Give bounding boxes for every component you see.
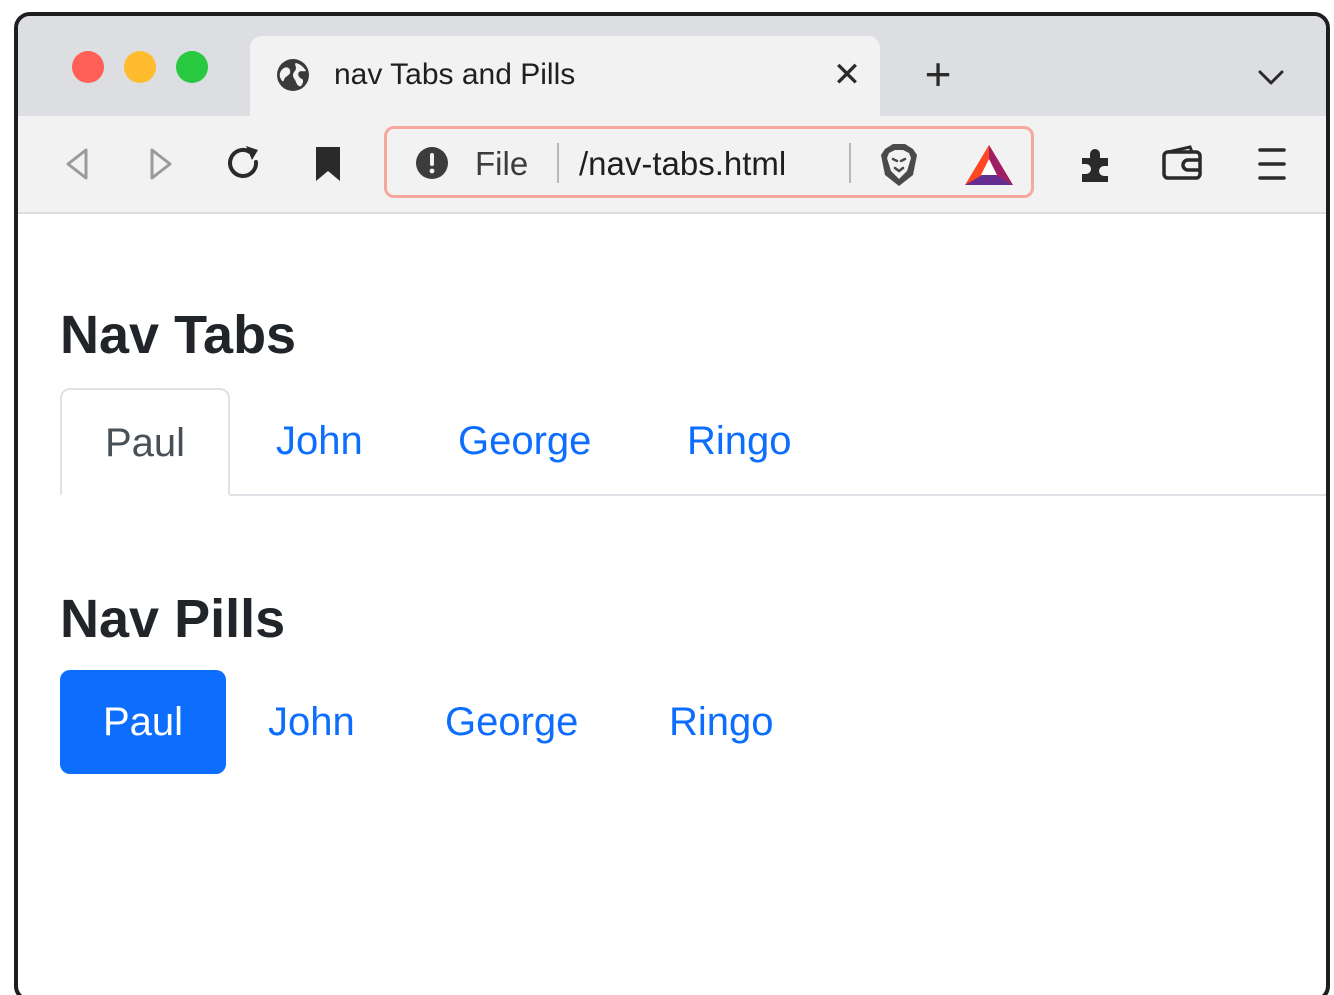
bookmark-icon[interactable] [306, 142, 350, 186]
address-separator [557, 143, 559, 183]
nav-pills: Paul John George Ringo [60, 670, 1326, 774]
new-tab-icon[interactable]: + [918, 51, 958, 97]
brave-shields-icon[interactable] [877, 141, 921, 189]
address-separator [849, 143, 851, 183]
nav-pill-ringo[interactable]: Ringo [669, 670, 774, 774]
close-tab-icon[interactable]: ✕ [828, 56, 866, 94]
nav-tab-george[interactable]: George [458, 388, 591, 494]
brave-rewards-icon[interactable] [963, 143, 1015, 187]
browser-toolbar: File /nav-tabs.html [18, 116, 1326, 214]
tab-strip: nav Tabs and Pills ✕ + [18, 16, 1326, 118]
minimize-window-button[interactable] [124, 51, 156, 83]
address-bar[interactable]: File /nav-tabs.html [384, 126, 1034, 198]
forward-icon[interactable] [138, 142, 182, 186]
nav-tabs: Paul John George Ringo [60, 388, 1326, 496]
nav-pill-john[interactable]: John [268, 670, 355, 774]
wallet-icon[interactable] [1160, 142, 1204, 186]
chevron-down-icon[interactable] [1254, 60, 1288, 94]
screenshot-frame: nav Tabs and Pills ✕ + File /nav-tabs.ht… [0, 0, 1334, 995]
back-icon[interactable] [56, 142, 100, 186]
nav-tab-ringo[interactable]: Ringo [687, 388, 792, 494]
address-scheme-label: File [475, 145, 529, 182]
nav-tabs-heading: Nav Tabs [60, 305, 297, 365]
tab-title: nav Tabs and Pills [334, 58, 576, 91]
reload-icon[interactable] [222, 142, 266, 186]
nav-tab-paul[interactable]: Paul [60, 388, 230, 496]
not-secure-icon[interactable] [415, 146, 449, 180]
browser-window: nav Tabs and Pills ✕ + File /nav-tabs.ht… [14, 12, 1330, 995]
page-content: Nav Tabs Paul John George Ringo Nav Pill… [60, 212, 1326, 995]
close-window-button[interactable] [72, 51, 104, 83]
globe-icon [277, 59, 309, 91]
extensions-icon[interactable] [1074, 142, 1118, 186]
maximize-window-button[interactable] [176, 51, 208, 83]
nav-pill-george[interactable]: George [445, 670, 578, 774]
address-url[interactable]: /nav-tabs.html [579, 145, 786, 183]
nav-tab-john[interactable]: John [276, 388, 363, 494]
nav-pill-paul[interactable]: Paul [60, 670, 226, 774]
browser-tab-active[interactable]: nav Tabs and Pills ✕ [250, 36, 880, 118]
nav-pills-heading: Nav Pills [60, 589, 286, 649]
menu-icon[interactable] [1250, 142, 1294, 186]
